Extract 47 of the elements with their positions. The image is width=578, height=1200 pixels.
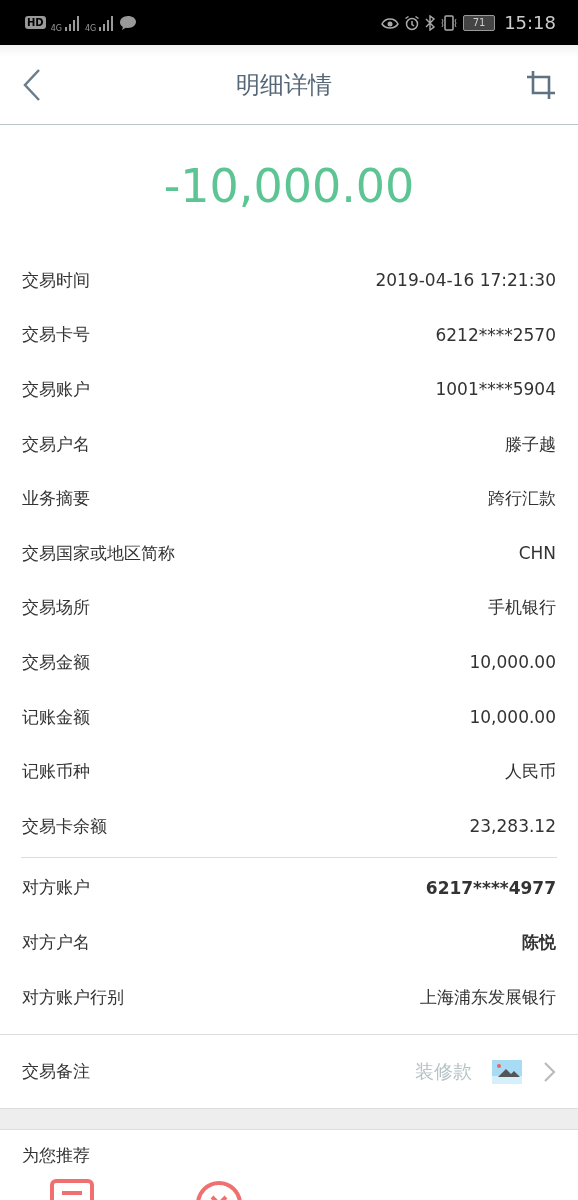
field-value: 跨行汇款: [488, 487, 556, 511]
back-icon[interactable]: [22, 67, 42, 102]
field-value: 陈悦: [522, 930, 556, 954]
chevron-right-icon: [542, 1060, 556, 1083]
field-label: 交易国家或地区简称: [22, 541, 175, 565]
eye-icon: [381, 15, 400, 30]
network-label: 4G: [84, 24, 97, 33]
hd-badge: HD: [25, 16, 46, 29]
field-label: 交易户名: [22, 432, 90, 456]
field-label: 对方账户: [22, 876, 90, 900]
field-value: 人民币: [505, 760, 556, 784]
alarm-icon: [404, 14, 421, 31]
field-value: 2019-04-16 17:21:30: [375, 270, 556, 291]
field-label: 对方账户行别: [22, 985, 124, 1009]
network-label: 4G: [50, 24, 62, 33]
crop-icon[interactable]: [526, 69, 556, 100]
field-value: CHN: [518, 543, 556, 564]
signal-icon: [98, 14, 115, 31]
field-label: 交易卡号: [22, 323, 90, 347]
field-label: 交易账户: [22, 378, 90, 401]
field-label: 交易卡余额: [22, 814, 107, 838]
field-label: 对方户名: [22, 930, 90, 954]
field-value: 6212****2570: [435, 324, 556, 345]
amount-text: -10,000.00: [162, 158, 416, 215]
field-value: 23,283.12: [469, 816, 556, 837]
field-value: 1001****5904: [435, 379, 556, 400]
image-icon: [492, 1059, 522, 1084]
field-value: 10,000.00: [469, 652, 556, 673]
field-value: 上海浦东发展银行: [420, 985, 556, 1009]
message-icon: [119, 14, 138, 31]
status-time: 15:18: [504, 12, 556, 33]
field-label: 交易场所: [22, 596, 90, 620]
field-value: 6217****4977: [425, 877, 556, 898]
section-title: 为您推荐: [22, 1144, 91, 1168]
field-label: 交易时间: [22, 268, 90, 292]
field-label: 业务摘要: [22, 487, 90, 511]
vibrate-icon: [440, 14, 459, 31]
field-label: 交易金额: [22, 650, 90, 674]
field-label: 记账金额: [22, 705, 90, 729]
battery-icon: 71: [463, 14, 496, 31]
bluetooth-icon: [425, 14, 436, 31]
signal-icon: [63, 14, 80, 31]
field-value: 滕子越: [505, 432, 556, 456]
page-title: 明细详情: [236, 69, 332, 101]
field-value: 10,000.00: [469, 707, 556, 728]
field-label: 记账币种: [22, 760, 90, 784]
field-value: 手机银行: [488, 596, 556, 620]
